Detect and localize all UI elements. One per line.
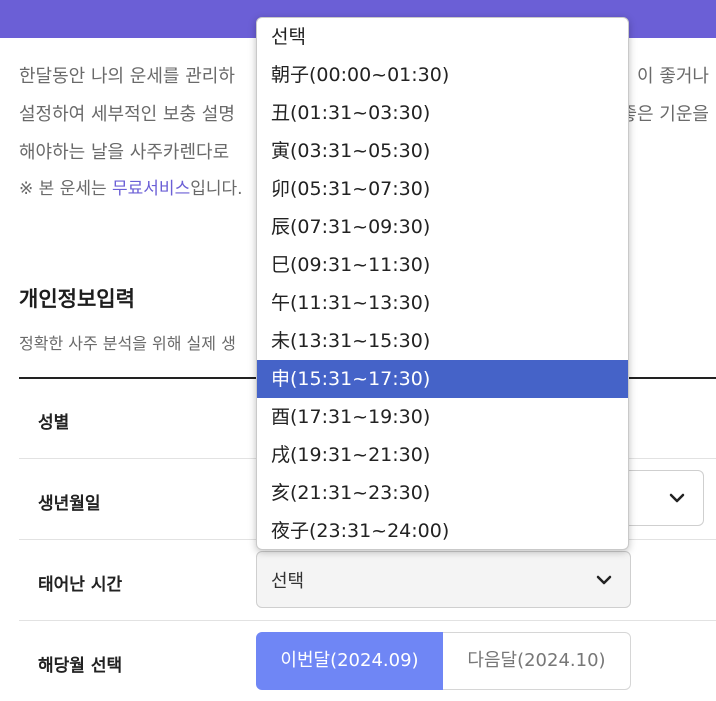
birthdate-select[interactable] bbox=[619, 470, 704, 526]
month-label: 해당월 선택 bbox=[38, 656, 123, 676]
option-yaja[interactable]: 夜子(23:31~24:00) bbox=[257, 512, 628, 549]
chevron-down-icon bbox=[665, 486, 689, 510]
next-month-button[interactable]: 다음달(2024.10) bbox=[443, 632, 631, 690]
birth-time-dropdown[interactable]: 선택 朝子(00:00~01:30) 丑(01:31~03:30) 寅(03:3… bbox=[256, 17, 629, 550]
month-row: 해당월 선택 이번달(2024.09) 다음달(2024.10) bbox=[19, 621, 716, 701]
section-title: 개인정보입력 bbox=[19, 287, 135, 311]
birth-time-select[interactable]: 선택 bbox=[256, 551, 631, 608]
option-sul[interactable]: 戌(19:31~21:30) bbox=[257, 436, 628, 474]
free-service-link[interactable]: 무료서비스 bbox=[112, 179, 190, 199]
note-prefix: ※ 본 운세는 bbox=[19, 179, 113, 199]
option-sin-highlighted[interactable]: 申(15:31~17:30) bbox=[257, 360, 628, 398]
option-select[interactable]: 선택 bbox=[257, 18, 628, 56]
birth-time-label: 태어난 시간 bbox=[38, 575, 123, 595]
birth-time-row: 태어난 시간 선택 bbox=[19, 540, 716, 621]
intro-line-3: 해야하는 날을 사주카렌다로 bbox=[19, 142, 230, 163]
gender-label: 성별 bbox=[38, 413, 70, 433]
option-hae[interactable]: 亥(21:31~23:30) bbox=[257, 474, 628, 512]
current-month-button[interactable]: 이번달(2024.09) bbox=[256, 632, 443, 690]
option-in[interactable]: 寅(03:31~05:30) bbox=[257, 132, 628, 170]
birthdate-label: 생년월일 bbox=[38, 494, 101, 514]
chevron-down-icon bbox=[592, 568, 616, 592]
intro-line-2-end: 좋은 기운을 bbox=[620, 104, 709, 125]
option-o[interactable]: 午(11:31~13:30) bbox=[257, 284, 628, 322]
option-mi[interactable]: 未(13:31~15:30) bbox=[257, 322, 628, 360]
intro-line-1-end: 이 좋거나 bbox=[637, 66, 709, 87]
service-note: ※ 본 운세는 무료서비스입니다. bbox=[19, 174, 243, 199]
option-chuk[interactable]: 丑(01:31~03:30) bbox=[257, 94, 628, 132]
intro-line-2: 설정하여 세부적인 보충 설명 bbox=[19, 104, 235, 125]
option-sa[interactable]: 巳(09:31~11:30) bbox=[257, 246, 628, 284]
birth-time-value: 선택 bbox=[271, 571, 305, 592]
option-yu[interactable]: 酉(17:31~19:30) bbox=[257, 398, 628, 436]
intro-line-1: 한달동안 나의 운세를 관리하 bbox=[19, 66, 235, 87]
note-suffix: 입니다. bbox=[190, 179, 243, 199]
section-description: 정확한 사주 분석을 위해 실제 생 bbox=[19, 334, 236, 353]
option-myo[interactable]: 卯(05:31~07:30) bbox=[257, 170, 628, 208]
option-jaja[interactable]: 朝子(00:00~01:30) bbox=[257, 56, 628, 94]
option-jin[interactable]: 辰(07:31~09:30) bbox=[257, 208, 628, 246]
